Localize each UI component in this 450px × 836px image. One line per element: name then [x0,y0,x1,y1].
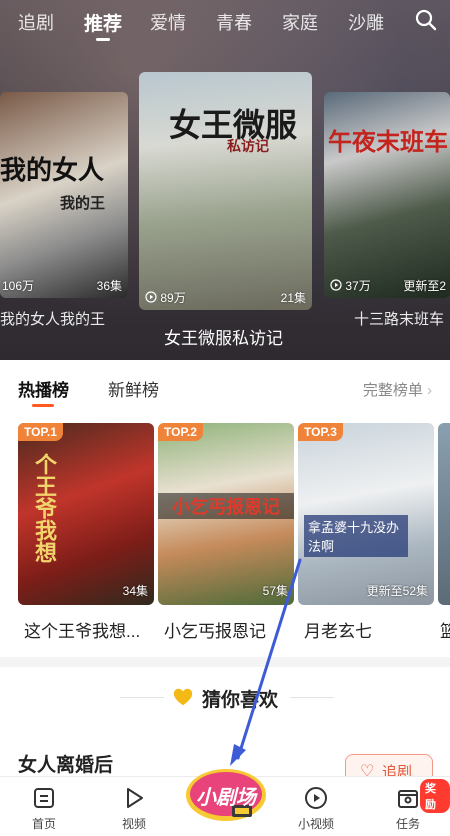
episode-count: 57集 [262,584,288,598]
play-count-icon [330,279,342,291]
bottom-tab-home[interactable]: 首页 [14,785,74,832]
category-tabs: 追剧 推荐 爱情 青春 家庭 沙雕 [0,0,450,44]
tab-hot-list[interactable]: 热播榜 [18,376,69,401]
tab-youth[interactable]: 青春 [216,9,252,35]
carousel-title-2[interactable]: 女王微服私访记 [164,324,283,349]
play-count-icon [145,291,157,303]
poster-caption-art: 拿孟婆十九没办法啊 [304,515,408,557]
episode-count: 更新至2 [403,279,446,293]
rank-title-1[interactable]: 这个王爷我想... [24,617,140,642]
active-tab-indicator [96,38,110,41]
guess-title: 猜你喜欢 [202,690,279,711]
tab-comedy[interactable]: 沙雕 [348,9,384,35]
tab-new-list[interactable]: 新鲜榜 [108,376,159,401]
rank-badge: TOP.2 [158,423,203,441]
header-line-left [120,697,164,698]
carousel-card-1[interactable]: 我的女人 我的王 106万 36集 [0,92,128,298]
full-list-link[interactable]: 完整榜单 › [363,379,432,400]
rank-title-3[interactable]: 月老玄七 [304,617,372,642]
poster-title-art: 午夜末班车 [328,129,448,156]
carousel-card-2[interactable]: 女王微服 私访记 89万 21集 [139,72,312,310]
poster-title-art: 我的女人 [0,155,105,185]
poster-title-art: 小乞丐报恩记 [158,493,294,519]
mini-theater-button[interactable]: 小剧场 [180,761,272,827]
episode-count: 更新至52集 [366,584,428,598]
rank-card-1[interactable]: 个王爷我想 TOP.1 34集 [18,423,154,605]
header-line-right [290,697,334,698]
section-divider [0,657,450,667]
play-circle-icon [305,787,327,809]
tab-recommend[interactable]: 推荐 [84,9,122,36]
carousel-card-3[interactable]: 午夜末班车 37万 更新至2 [324,92,450,298]
rank-tabs: 热播榜 新鲜榜 完整榜单 › [0,374,450,407]
bottom-tab-video[interactable]: 视频 [104,785,164,832]
chevron-right-icon: › [427,382,432,399]
carousel-title-3[interactable]: 十三路末班车 [354,308,444,329]
rank-title-2[interactable]: 小乞丐报恩记 [164,617,266,642]
reward-badge: 奖励 [420,779,450,813]
play-icon [127,788,143,808]
view-count: 106万 [2,279,35,293]
mini-theater-label: 小剧场 [196,787,256,809]
guess-header: 猜你喜欢 [0,684,450,712]
carousel-title-1[interactable]: 我的女人我的王 [0,308,105,329]
tab-romance[interactable]: 爱情 [150,9,186,35]
view-count: 89万 [145,289,186,306]
rank-title-4-partial[interactable]: 篮 [440,617,450,642]
episode-count: 34集 [122,584,148,598]
poster-title-art: 个王爷我想 [32,453,57,563]
tab-family[interactable]: 家庭 [282,9,318,35]
task-box-icon [398,790,418,808]
recommend-title[interactable]: 女人离婚后 [18,750,113,777]
rank-card-2[interactable]: 小乞丐报恩记 TOP.2 57集 [158,423,294,605]
episode-count: 21集 [280,291,306,305]
home-icon [34,788,54,808]
rank-card-4-partial[interactable] [438,423,450,605]
tab-zhuiju[interactable]: 追剧 [18,9,54,35]
search-icon[interactable] [414,8,438,32]
view-count: 37万 [330,277,371,294]
rank-badge: TOP.3 [298,423,343,441]
hero-section: 追剧 推荐 爱情 青春 家庭 沙雕 我的女人 我的王 106万 36集 我的女人… [0,0,450,360]
poster-subtitle-art: 我的王 [60,195,106,212]
rank-badge: TOP.1 [18,423,63,441]
rank-card-3[interactable]: 拿孟婆十九没办法啊 TOP.3 更新至52集 [298,423,434,605]
poster-subtitle-art: 私访记 [227,138,269,154]
heart-icon [173,688,193,706]
bottom-tab-short-video[interactable]: 小视频 [286,785,346,832]
episode-count: 36集 [96,279,122,293]
rank-tab-indicator [32,404,54,407]
